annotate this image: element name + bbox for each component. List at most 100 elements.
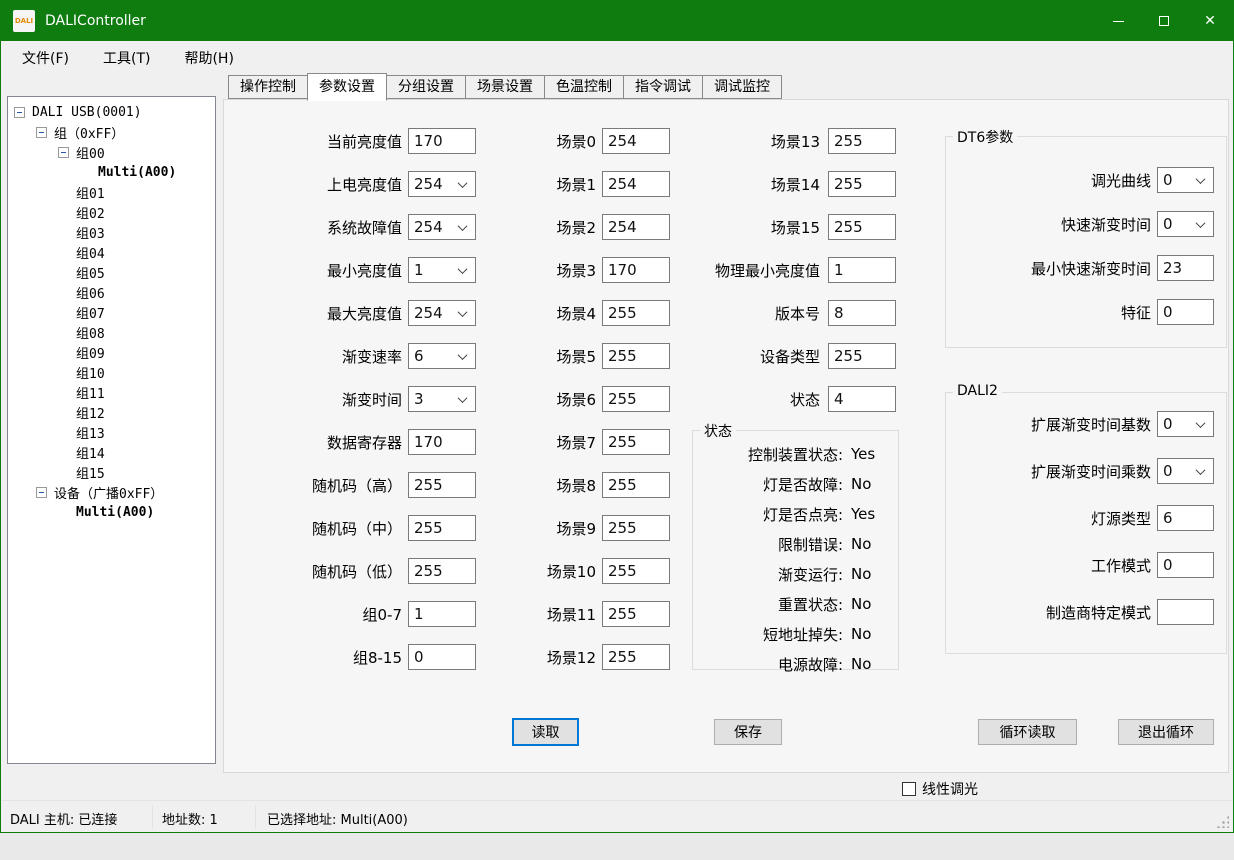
tree-expander-icon[interactable] (36, 487, 47, 498)
param-input[interactable] (408, 644, 476, 670)
scene-input[interactable] (602, 300, 670, 326)
tree-item[interactable]: 组03 (8, 222, 215, 242)
exit-loop-button[interactable]: 退出循环 (1118, 719, 1214, 745)
param-input[interactable] (828, 300, 896, 326)
status-row: 电源故障: No (693, 649, 898, 679)
param-input[interactable] (1157, 599, 1214, 625)
tree-item[interactable]: 组14 (8, 442, 215, 462)
statusbar-divider (152, 805, 153, 829)
loop-read-button[interactable]: 循环读取 (978, 719, 1077, 745)
scene-input[interactable] (602, 601, 670, 627)
tree-item[interactable]: 组11 (8, 382, 215, 402)
scene-input[interactable] (602, 171, 670, 197)
tab[interactable]: 色温控制 (544, 75, 624, 99)
scene-input[interactable] (602, 429, 670, 455)
param-label: 场景14 (694, 174, 820, 195)
read-button[interactable]: 读取 (512, 718, 579, 746)
resize-grip-icon[interactable] (1215, 814, 1229, 828)
tab[interactable]: 调试监控 (702, 75, 782, 99)
param-input[interactable] (408, 472, 476, 498)
tree-item[interactable]: 组（0xFF） (8, 122, 215, 142)
menu-item[interactable]: 文件(F) (8, 44, 83, 72)
param-input[interactable] (828, 171, 896, 197)
tree-item[interactable]: 设备（广播0xFF） (8, 482, 215, 502)
combobox-value: 0 (1163, 462, 1173, 480)
menu-item[interactable]: 工具(T) (89, 44, 164, 72)
close-button[interactable]: ✕ (1187, 1, 1233, 41)
tree-item[interactable]: Multi(A00) (8, 162, 215, 182)
tree-item[interactable]: 组02 (8, 202, 215, 222)
tree-item[interactable]: DALI USB(0001) (8, 102, 215, 122)
tree-expander-icon[interactable] (58, 147, 69, 158)
tree-item[interactable]: 组15 (8, 462, 215, 482)
status-bar: DALI 主机: 已连接 地址数: 1 已选择地址: Multi(A00) (2, 800, 1232, 832)
param-input[interactable] (828, 386, 896, 412)
scene-input[interactable] (602, 386, 670, 412)
param-input[interactable] (1157, 299, 1214, 325)
param-combobox[interactable]: 3 (408, 386, 476, 412)
param-combobox[interactable]: 254 (408, 300, 476, 326)
tree-expander-icon[interactable] (36, 127, 47, 138)
tree-item[interactable]: 组06 (8, 282, 215, 302)
chevron-down-icon (1196, 418, 1206, 428)
tree-item[interactable]: 组09 (8, 342, 215, 362)
tree-expander-icon[interactable] (14, 107, 25, 118)
tree-item[interactable]: 组12 (8, 402, 215, 422)
param-combobox[interactable]: 6 (408, 343, 476, 369)
tree-item[interactable]: 组13 (8, 422, 215, 442)
tab[interactable]: 分组设置 (386, 75, 466, 99)
tab[interactable]: 指令调试 (623, 75, 703, 99)
scene-input[interactable] (602, 558, 670, 584)
scene-input[interactable] (602, 472, 670, 498)
tree-item[interactable]: 组05 (8, 262, 215, 282)
param-input[interactable] (408, 515, 476, 541)
status-row: 短地址掉失: No (693, 619, 898, 649)
param-input[interactable] (408, 128, 476, 154)
status-list: 控制装置状态: Yes 灯是否故障: No 灯是否点亮: Yes 限制 (693, 431, 898, 679)
param-input[interactable] (1157, 255, 1214, 281)
param-input[interactable] (828, 343, 896, 369)
param-label: 数据寄存器 (232, 432, 402, 453)
menu-item[interactable]: 帮助(H) (170, 44, 247, 72)
scene-input[interactable] (602, 128, 670, 154)
minimize-button[interactable] (1095, 1, 1141, 41)
tree-item[interactable]: 组10 (8, 362, 215, 382)
tree-item[interactable]: 组01 (8, 182, 215, 202)
scene-input[interactable] (602, 257, 670, 283)
tree-item[interactable]: 组00 (8, 142, 215, 162)
scene-input[interactable] (602, 644, 670, 670)
param-combobox[interactable]: 254 (408, 171, 476, 197)
tree-item[interactable]: 组04 (8, 242, 215, 262)
tree-item[interactable]: 组08 (8, 322, 215, 342)
param-combobox[interactable]: 0 (1157, 458, 1214, 484)
tab[interactable]: 场景设置 (465, 75, 545, 99)
param-input[interactable] (408, 601, 476, 627)
param-input[interactable] (828, 128, 896, 154)
save-button[interactable]: 保存 (714, 719, 782, 745)
param-combobox[interactable]: 254 (408, 214, 476, 240)
param-input[interactable] (408, 558, 476, 584)
param-combobox[interactable]: 0 (1157, 211, 1214, 237)
tree-item[interactable]: Multi(A00) (8, 502, 215, 522)
param-combobox[interactable]: 0 (1157, 167, 1214, 193)
device-tree[interactable]: DALI USB(0001) 组（0xFF） 组00 Multi(A00) 组0… (7, 96, 216, 764)
tree-item-label: DALI USB(0001) (32, 105, 142, 120)
param-input[interactable] (1157, 552, 1214, 578)
scene-input[interactable] (602, 343, 670, 369)
maximize-button[interactable] (1141, 1, 1187, 41)
param-combobox[interactable]: 1 (408, 257, 476, 283)
param-input[interactable] (828, 257, 896, 283)
tab[interactable]: 操作控制 (228, 75, 308, 99)
scene-label: 场景12 (510, 647, 596, 668)
scene-label: 场景5 (510, 346, 596, 367)
scene-input[interactable] (602, 515, 670, 541)
param-input[interactable] (408, 429, 476, 455)
tree-item[interactable]: 组07 (8, 302, 215, 322)
param-combobox[interactable]: 0 (1157, 411, 1214, 437)
linear-dimming-checkbox[interactable] (902, 782, 916, 796)
param-input[interactable] (1157, 505, 1214, 531)
scene-input[interactable] (602, 214, 670, 240)
tab[interactable]: 参数设置 (307, 73, 387, 101)
param-input[interactable] (828, 214, 896, 240)
titlebar[interactable]: DALI DALIController ✕ (1, 1, 1233, 41)
